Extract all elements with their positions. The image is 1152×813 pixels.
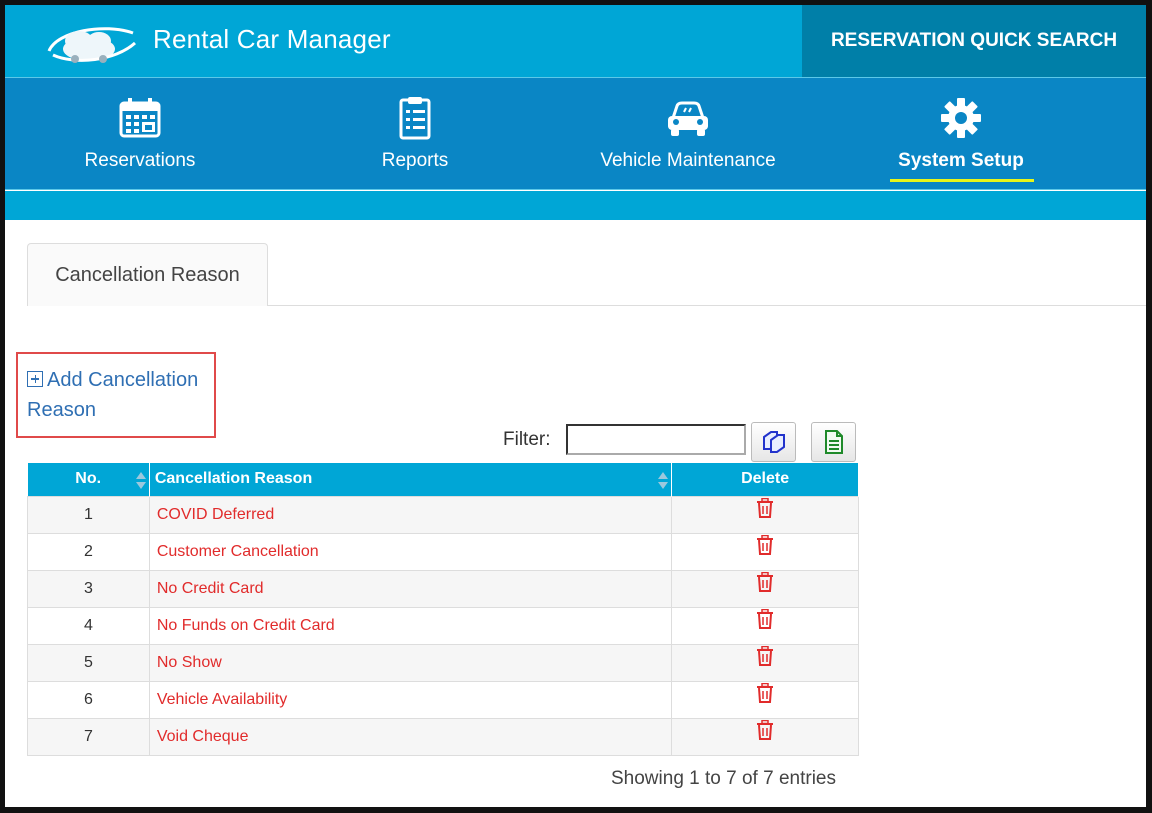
- nav-label-reservations: Reservations: [84, 150, 196, 171]
- trash-icon[interactable]: [756, 572, 774, 592]
- app-title: Rental Car Manager: [153, 24, 391, 54]
- trash-icon[interactable]: [756, 683, 774, 703]
- main-nav: Reservations Reports Vehicle Maintenance…: [5, 78, 1146, 190]
- active-nav-underline: [890, 179, 1034, 182]
- delete-cell: [671, 569, 859, 608]
- reservation-quick-search-button[interactable]: RESERVATION QUICK SEARCH: [802, 5, 1146, 77]
- row-number: 4: [27, 606, 150, 645]
- column-header-delete-label: Delete: [741, 470, 790, 488]
- plus-square-icon: [27, 371, 43, 387]
- add-link-label: Add Cancellation Reason: [27, 369, 199, 421]
- cancellation-reason-link[interactable]: Void Cheque: [148, 717, 673, 756]
- tab-cancellation-reason[interactable]: Cancellation Reason: [27, 243, 268, 306]
- add-cancellation-reason-link[interactable]: Add Cancellation Reason: [27, 365, 217, 425]
- trash-icon[interactable]: [756, 720, 774, 740]
- nav-item-reports[interactable]: Reports: [335, 78, 495, 190]
- sub-header-bar: [5, 191, 1146, 220]
- row-number: 7: [27, 717, 150, 756]
- cancellation-reason-table: No. Cancellation Reason Delete 1 COVID D…: [27, 463, 859, 756]
- delete-cell: [671, 680, 859, 719]
- table-row: 5 No Show: [27, 643, 859, 682]
- row-number: 3: [27, 569, 150, 608]
- column-header-reason-label: Cancellation Reason: [154, 470, 313, 488]
- table-row: 7 Void Cheque: [27, 717, 859, 756]
- column-header-no-label: No.: [75, 470, 102, 488]
- table-row: 1 COVID Deferred: [27, 495, 859, 534]
- column-header-delete: Delete: [671, 463, 859, 496]
- sort-icon: [658, 472, 669, 490]
- car-icon: [668, 101, 708, 136]
- nav-label-system-setup: System Setup: [898, 150, 1024, 171]
- cancellation-reason-link[interactable]: No Show: [148, 643, 673, 682]
- filter-label: Filter:: [503, 429, 551, 450]
- cancellation-reason-link[interactable]: No Credit Card: [148, 569, 673, 608]
- car-cloud-logo: [47, 27, 137, 63]
- table-row: 3 No Credit Card: [27, 569, 859, 608]
- delete-cell: [671, 532, 859, 571]
- table-row: 4 No Funds on Credit Card: [27, 606, 859, 645]
- nav-item-system-setup[interactable]: System Setup: [881, 78, 1041, 190]
- trash-icon[interactable]: [756, 609, 774, 629]
- clipboard-list-icon: [399, 97, 431, 140]
- table-row: 2 Customer Cancellation: [27, 532, 859, 571]
- nav-item-vehicle-maintenance[interactable]: Vehicle Maintenance: [583, 78, 793, 190]
- cancellation-reason-link[interactable]: COVID Deferred: [148, 495, 673, 534]
- gear-icon: [941, 98, 981, 138]
- delete-cell: [671, 606, 859, 645]
- delete-cell: [671, 495, 859, 534]
- cancellation-reason-link[interactable]: No Funds on Credit Card: [148, 606, 673, 645]
- row-number: 5: [27, 643, 150, 682]
- delete-cell: [671, 643, 859, 682]
- row-number: 2: [27, 532, 150, 571]
- app-window: Rental Car Manager RESERVATION QUICK SEA…: [0, 0, 1152, 813]
- filter-input[interactable]: [566, 424, 746, 455]
- table-row: 6 Vehicle Availability: [27, 680, 859, 719]
- spreadsheet-export-icon: [824, 430, 843, 454]
- tab-divider: [268, 305, 1146, 306]
- export-button[interactable]: [811, 422, 856, 462]
- trash-icon[interactable]: [756, 535, 774, 555]
- copy-button[interactable]: [751, 422, 796, 462]
- row-number: 6: [27, 680, 150, 719]
- cancellation-reason-link[interactable]: Vehicle Availability: [148, 680, 673, 719]
- nav-label-reports: Reports: [381, 150, 449, 171]
- trash-icon[interactable]: [756, 498, 774, 518]
- delete-cell: [671, 717, 859, 756]
- row-number: 1: [27, 495, 150, 534]
- table-info-text: Showing 1 to 7 of 7 entries: [611, 768, 836, 789]
- nav-label-vehicle-maintenance: Vehicle Maintenance: [600, 150, 776, 171]
- nav-item-reservations[interactable]: Reservations: [60, 78, 220, 190]
- trash-icon[interactable]: [756, 646, 774, 666]
- column-header-no[interactable]: No.: [27, 463, 150, 496]
- calendar-icon: [119, 98, 161, 138]
- cancellation-reason-link[interactable]: Customer Cancellation: [148, 532, 673, 571]
- copy-icon: [762, 431, 785, 453]
- top-header: Rental Car Manager RESERVATION QUICK SEA…: [5, 5, 1146, 78]
- sort-icon: [135, 472, 146, 490]
- column-header-cancellation-reason[interactable]: Cancellation Reason: [149, 463, 673, 496]
